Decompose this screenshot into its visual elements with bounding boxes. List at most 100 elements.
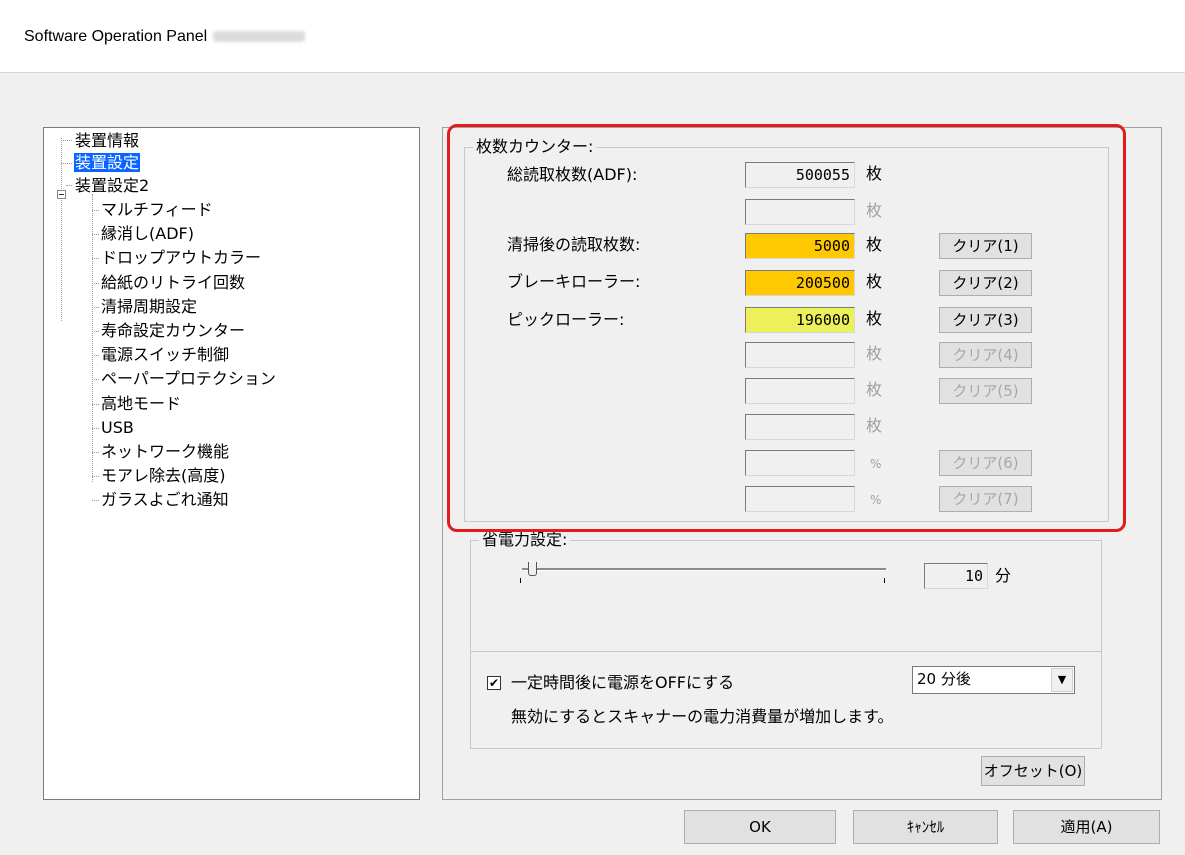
power-note: 無効にするとスキャナーの電力消費量が増加します。 [511, 707, 894, 726]
auto-power-off-value: 20 分後 [917, 670, 971, 688]
window-title: Software Operation Panel [24, 28, 306, 46]
tree-item-moire-removal[interactable]: モアレ除去(高度) [100, 465, 227, 487]
tree-connector [92, 452, 99, 453]
offset-button[interactable]: オフセット(O) [981, 756, 1085, 786]
counter-group-title: 枚数カウンター: [473, 137, 597, 157]
power-group-title: 省電力設定: [479, 530, 571, 550]
tree-item-network[interactable]: ネットワーク機能 [100, 441, 230, 463]
tree-connector [61, 138, 62, 321]
tree-item-label: 装置情報 [75, 131, 140, 150]
auto-power-off-label[interactable]: 一定時間後に電源をOFFにする [511, 672, 734, 694]
counter-unit-9: % [870, 493, 882, 507]
counter-unit-5: 枚 [866, 344, 883, 363]
tree-connector [92, 194, 93, 482]
counter-unit-4: 枚 [866, 309, 883, 328]
tree-connector [92, 282, 99, 284]
ok-button[interactable]: OK [684, 810, 836, 844]
tree-connector [92, 234, 99, 236]
tree-item-retry-count[interactable]: 給紙のリトライ回数 [100, 272, 246, 294]
power-group-divider [470, 651, 1101, 652]
chevron-down-icon[interactable]: ▼ [1051, 668, 1073, 692]
tree-item-label: ネットワーク機能 [101, 442, 230, 461]
tree-item-label: 高地モード [101, 393, 182, 413]
power-minutes-unit: 分 [995, 566, 1012, 585]
tree-item-glass-dirt[interactable]: ガラスよごれ通知 [100, 489, 230, 511]
slider-tick [884, 578, 885, 583]
tree-item-dropout-color[interactable]: ドロップアウトカラー [100, 247, 262, 269]
counter-field-5 [745, 342, 855, 368]
clear-button-1[interactable]: クリア(1) [939, 233, 1032, 259]
counter-unit-2: 枚 [866, 235, 883, 254]
tree-item-usb[interactable]: USB [100, 417, 135, 439]
tree-connector [92, 306, 99, 308]
tree-item-label: 縁消し(ADF) [101, 224, 194, 244]
clear-button-2[interactable]: クリア(2) [939, 270, 1032, 296]
tree-item-label: 給紙のリトライ回数 [101, 272, 246, 292]
tree-item-paper-protection[interactable]: ペーパープロテクション [100, 368, 277, 390]
tree-item-label: 清掃周期設定 [101, 296, 198, 316]
tree-connector [92, 355, 99, 357]
cancel-button[interactable]: ｷｬﾝｾﾙ [853, 810, 998, 844]
tree-item-edge-erase[interactable]: 縁消し(ADF) [100, 223, 195, 245]
counter-unit-7: 枚 [866, 416, 883, 435]
tree-connector [92, 403, 99, 405]
tree-connector [92, 500, 99, 502]
tree-connector [92, 210, 99, 211]
tree-item-label: ドロップアウトカラー [101, 248, 262, 268]
tree-connector [92, 379, 99, 381]
check-mark-icon: ✔ [488, 676, 500, 690]
slider-track [522, 568, 886, 571]
window-title-text: Software Operation Panel [24, 28, 208, 45]
counter-field-9 [745, 486, 855, 512]
pick-roller-label: ピックローラー: [507, 310, 625, 329]
counter-field-8 [745, 450, 855, 476]
slider-tick [520, 578, 521, 583]
counter-field-2: 5000 [745, 233, 855, 259]
counter-field-7 [745, 414, 855, 440]
tree-item-label: 寿命設定カウンター [101, 321, 246, 340]
slider-thumb[interactable] [528, 562, 537, 576]
tree-item-label: 装置設定 [74, 153, 141, 172]
auto-power-off-checkbox[interactable]: ✔ [487, 676, 501, 690]
clear-button-7[interactable]: クリア(7) [939, 486, 1032, 512]
counter-field-4: 196000 [745, 307, 855, 333]
clear-button-4[interactable]: クリア(4) [939, 342, 1032, 368]
tree-connector [92, 476, 99, 478]
tree-item-life-counter[interactable]: 寿命設定カウンター [100, 320, 246, 342]
tree-item-device-info[interactable]: 装置情報 [74, 130, 140, 152]
tree-connector [61, 140, 72, 141]
brake-roller-label: ブレーキローラー: [507, 272, 641, 291]
tree-item-label: モアレ除去(高度) [101, 466, 226, 486]
tree-item-device-settings[interactable]: 装置設定 [74, 152, 141, 174]
clear-button-6[interactable]: クリア(6) [939, 450, 1032, 476]
auto-power-off-select[interactable]: 20 分後 ▼ [912, 666, 1075, 694]
tree-item-label: ペーパープロテクション [101, 369, 276, 389]
tree-item-cleaning-cycle[interactable]: 清掃周期設定 [100, 296, 198, 318]
power-minutes-field: 10 [924, 563, 988, 589]
cleaning-count-label: 清掃後の読取枚数: [507, 235, 641, 254]
counter-field-3: 200500 [745, 270, 855, 296]
tree-item-label: USB [101, 417, 134, 437]
tree-item-label: 装置設定2 [75, 176, 150, 195]
tree-connector [92, 331, 99, 332]
clear-button-3[interactable]: クリア(3) [939, 307, 1032, 333]
clear-button-5[interactable]: クリア(5) [939, 378, 1032, 404]
counter-unit-3: 枚 [866, 272, 883, 291]
counter-field-6 [745, 378, 855, 404]
collapse-icon[interactable] [57, 190, 66, 199]
tree-connector [92, 427, 99, 429]
tree-item-high-altitude[interactable]: 高地モード [100, 393, 182, 415]
tree-connector [92, 258, 99, 260]
tree-item-device-settings-2[interactable]: 装置設定2 [74, 175, 150, 197]
power-saving-slider[interactable] [518, 558, 886, 588]
apply-button[interactable]: 適用(A) [1013, 810, 1160, 844]
counter-unit-1: 枚 [866, 201, 883, 220]
settings-tree[interactable]: 装置情報 装置設定 装置設定2 マルチフィード 縁消し(ADF) ドロップアウトカラ… [43, 127, 420, 800]
counter-unit-8: % [870, 457, 882, 471]
tree-item-label: ガラスよごれ通知 [101, 490, 229, 510]
tree-item-power-switch[interactable]: 電源スイッチ制御 [100, 344, 230, 366]
model-name-redacted [213, 31, 306, 43]
tree-item-multifeed[interactable]: マルチフィード [100, 199, 214, 221]
counter-field-0: 500055 [745, 162, 855, 188]
tree-connector [66, 185, 72, 186]
